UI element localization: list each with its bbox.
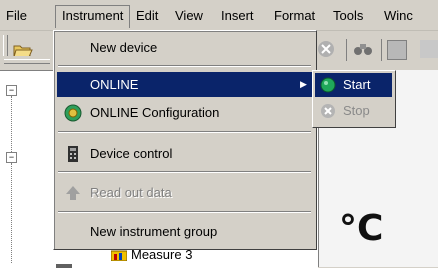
submenu-item-stop[interactable]: Stop	[315, 99, 392, 123]
menu-item-label: ONLINE	[90, 77, 139, 92]
menu-item-online-configuration[interactable]: ONLINE Configuration	[57, 99, 312, 127]
menu-window[interactable]: Winc	[382, 7, 415, 25]
toolbar-separator	[346, 39, 347, 61]
celsius-unit-text: °C	[339, 208, 384, 249]
submenu-item-start[interactable]: Start	[315, 73, 392, 97]
instrument-menu: New device ONLINE ▶ ONLINE Configuration…	[53, 30, 317, 250]
tree-toolbar-strip	[0, 56, 56, 70]
menu-item-label: Device control	[90, 146, 173, 161]
menu-item-new-device[interactable]: New device	[57, 34, 312, 62]
menu-item-read-out-data[interactable]: Read out data	[57, 179, 312, 207]
menu-item-label: ONLINE Configuration	[90, 105, 220, 120]
menu-edit[interactable]: Edit	[134, 7, 160, 25]
online-submenu: Start Stop	[312, 70, 396, 128]
configuration-icon	[64, 104, 82, 122]
menu-separator	[58, 65, 311, 67]
start-icon	[320, 77, 336, 93]
menu-instrument[interactable]: Instrument	[55, 5, 131, 28]
menu-tools[interactable]: Tools	[331, 7, 365, 25]
menu-item-new-instrument-group[interactable]: New instrument group	[57, 218, 312, 246]
panel-grip[interactable]	[4, 59, 50, 64]
tree-item-icon-partial	[56, 264, 72, 268]
menu-view[interactable]: View	[173, 7, 205, 25]
submenu-arrow-icon: ▶	[300, 79, 307, 89]
cancel-icon[interactable]	[316, 39, 336, 59]
menu-bar: File Instrument Edit View Insert Format …	[0, 0, 438, 31]
submenu-item-label: Stop	[343, 103, 370, 118]
menu-item-label: New device	[90, 40, 158, 55]
measure-icon	[110, 249, 128, 262]
menu-insert[interactable]: Insert	[219, 7, 256, 25]
menu-item-label: Read out data	[90, 185, 172, 200]
menu-format[interactable]: Format	[272, 7, 317, 25]
toolbar-separator	[381, 39, 382, 61]
device-control-icon	[64, 145, 82, 163]
submenu-item-label: Start	[343, 77, 371, 92]
menu-file[interactable]: File	[4, 7, 29, 25]
binoculars-icon[interactable]	[352, 39, 374, 59]
tree-collapse-toggle[interactable]: −	[6, 152, 17, 163]
toolbar-button-partial[interactable]	[420, 40, 438, 58]
tree-line	[11, 96, 12, 152]
stop-icon	[320, 103, 336, 119]
tree-collapse-toggle[interactable]: −	[6, 85, 17, 96]
menu-item-label: New instrument group	[90, 224, 218, 239]
menu-separator	[58, 211, 311, 213]
menu-item-device-control[interactable]: Device control	[57, 140, 312, 168]
frame-icon[interactable]	[387, 40, 407, 60]
menu-item-online[interactable]: ONLINE ▶	[57, 72, 312, 97]
menu-separator	[58, 171, 311, 173]
menu-separator	[58, 131, 311, 133]
arrow-up-icon	[64, 184, 82, 202]
tree-line	[11, 163, 12, 263]
